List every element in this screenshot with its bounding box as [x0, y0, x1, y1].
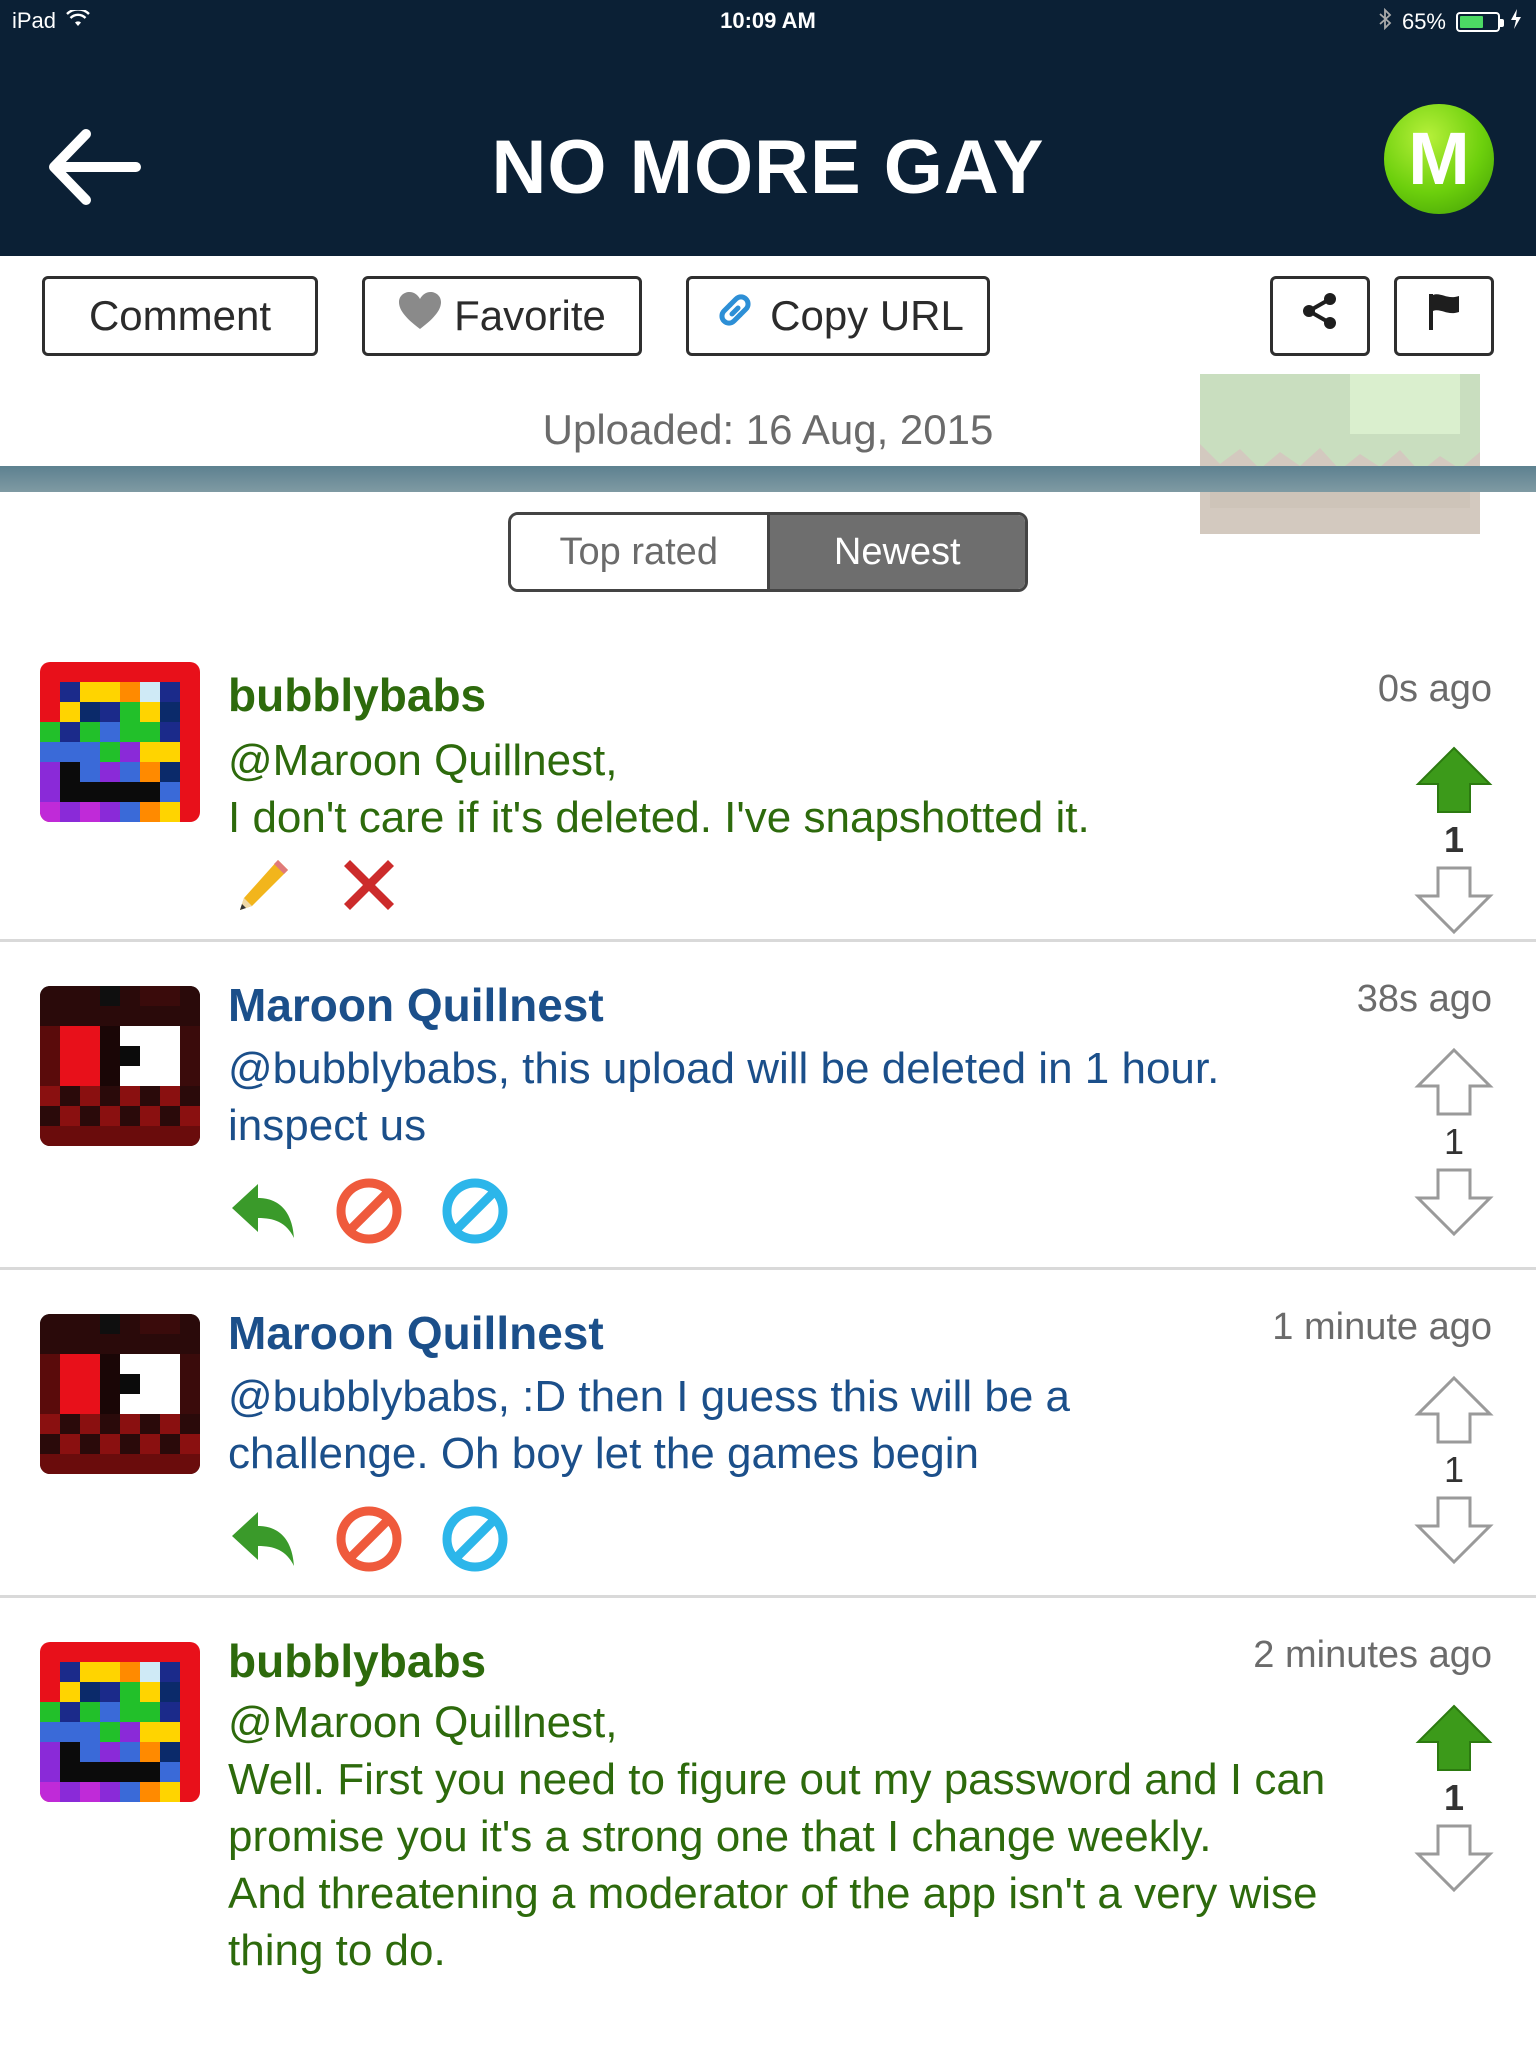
- vote-count: 1: [1443, 1449, 1465, 1490]
- comment-time: 38s ago: [1356, 978, 1492, 1020]
- downvote-arrow-icon[interactable]: [1414, 1494, 1494, 1566]
- favorite-button[interactable]: Favorite: [362, 276, 642, 356]
- app-header: iPad 10:09 AM 65% NO MORE GAY M: [0, 0, 1536, 256]
- upvote-arrow-icon[interactable]: [1414, 1702, 1494, 1774]
- comment-time: 0s ago: [1377, 668, 1492, 710]
- vote-count: 1: [1443, 1777, 1465, 1818]
- comment-text: @bubblybabs, this upload will be deleted…: [228, 1044, 1220, 1150]
- vote-control: 1: [1414, 744, 1494, 936]
- section-divider: [0, 466, 1536, 492]
- block-user-icon[interactable]: [334, 1176, 404, 1246]
- comment-actions: [228, 1504, 510, 1574]
- vote-control: 1: [1414, 1046, 1494, 1238]
- reply-arrow-icon[interactable]: [228, 1504, 298, 1574]
- avatar[interactable]: [40, 1642, 200, 1802]
- vote-count: 1: [1443, 819, 1465, 860]
- ban-user-icon[interactable]: [440, 1504, 510, 1574]
- comment-text-continued: And threatening a moderator of the app i…: [228, 1869, 1318, 1975]
- report-button[interactable]: [1394, 276, 1494, 356]
- upvote-arrow-icon[interactable]: [1414, 744, 1494, 816]
- comment-time: 1 minute ago: [1272, 1306, 1492, 1348]
- comment-author[interactable]: Maroon Quillnest: [228, 1306, 604, 1360]
- link-icon: [712, 288, 758, 344]
- block-user-icon[interactable]: [334, 1504, 404, 1574]
- charging-icon: [1510, 9, 1522, 35]
- battery-fill: [1460, 16, 1484, 28]
- vote-control: 1: [1414, 1702, 1494, 1894]
- comment-item: Maroon Quillnest 38s ago @bubblybabs, th…: [0, 942, 1536, 1270]
- heart-icon: [398, 291, 442, 341]
- comment-button-label: Comment: [88, 292, 272, 339]
- vote-count: 1: [1443, 1121, 1465, 1162]
- bluetooth-icon: [1378, 7, 1392, 36]
- copy-url-button[interactable]: Copy URL: [686, 276, 990, 356]
- comment-mention: @Maroon Quillnest,: [228, 1698, 618, 1747]
- downvote-arrow-icon[interactable]: [1414, 1822, 1494, 1894]
- sort-newest-tab[interactable]: Newest: [766, 515, 1025, 589]
- favorite-button-label: Favorite: [454, 292, 606, 339]
- page-title: NO MORE GAY: [491, 125, 1045, 210]
- vote-control: 1: [1414, 1374, 1494, 1566]
- comment-item: bubblybabs 0s ago @Maroon Quillnest, I d…: [0, 640, 1536, 942]
- comment-author[interactable]: bubblybabs: [228, 1634, 486, 1688]
- comment-item: bubblybabs 2 minutes ago @Maroon Quillne…: [0, 1598, 1536, 2048]
- comment-text: I don't care if it's deleted. I've snaps…: [228, 793, 1090, 842]
- share-button[interactable]: [1270, 276, 1370, 356]
- avatar[interactable]: [40, 662, 200, 822]
- upvote-arrow-icon[interactable]: [1414, 1046, 1494, 1118]
- sort-segmented-control: Top rated Newest: [508, 512, 1028, 592]
- delete-x-icon[interactable]: [334, 850, 404, 920]
- status-bar: iPad 10:09 AM 65%: [0, 0, 1536, 40]
- copy-url-button-label: Copy URL: [770, 292, 964, 339]
- app-logo[interactable]: M: [1384, 104, 1494, 214]
- comment-actions: [228, 850, 404, 920]
- flag-icon: [1423, 290, 1465, 342]
- sort-top-rated-tab[interactable]: Top rated: [511, 515, 767, 589]
- downvote-arrow-icon[interactable]: [1414, 864, 1494, 936]
- edit-pencil-icon[interactable]: [228, 850, 298, 920]
- reply-arrow-icon[interactable]: [228, 1176, 298, 1246]
- upload-date: Uploaded: 16 Aug, 2015: [542, 406, 994, 453]
- comment-author[interactable]: bubblybabs: [228, 668, 486, 722]
- ban-user-icon[interactable]: [440, 1176, 510, 1246]
- avatar[interactable]: [40, 1314, 200, 1474]
- action-toolbar: Comment Favorite Copy URL Uploaded: 16 A…: [0, 256, 1536, 534]
- comment-body: @Maroon Quillnest, Well. First you need …: [228, 1694, 1348, 1979]
- comment-item: Maroon Quillnest 1 minute ago @bubblybab…: [0, 1270, 1536, 1598]
- comment-mention: @Maroon Quillnest,: [228, 736, 618, 785]
- comment-text: @bubblybabs, :D then I guess this will b…: [228, 1372, 1071, 1478]
- comment-text: Well. First you need to figure out my pa…: [228, 1755, 1326, 1861]
- comment-time: 2 minutes ago: [1253, 1634, 1492, 1676]
- comment-author[interactable]: Maroon Quillnest: [228, 978, 604, 1032]
- comment-body: @Maroon Quillnest, I don't care if it's …: [228, 732, 1318, 846]
- share-icon: [1299, 290, 1341, 342]
- clock: 10:09 AM: [720, 8, 816, 33]
- battery-percent: 65%: [1401, 9, 1446, 34]
- upvote-arrow-icon[interactable]: [1414, 1374, 1494, 1446]
- battery-icon: [1456, 12, 1504, 32]
- comment-actions: [228, 1176, 510, 1246]
- downvote-arrow-icon[interactable]: [1414, 1166, 1494, 1238]
- comment-button[interactable]: Comment: [42, 276, 318, 356]
- avatar[interactable]: [40, 986, 200, 1146]
